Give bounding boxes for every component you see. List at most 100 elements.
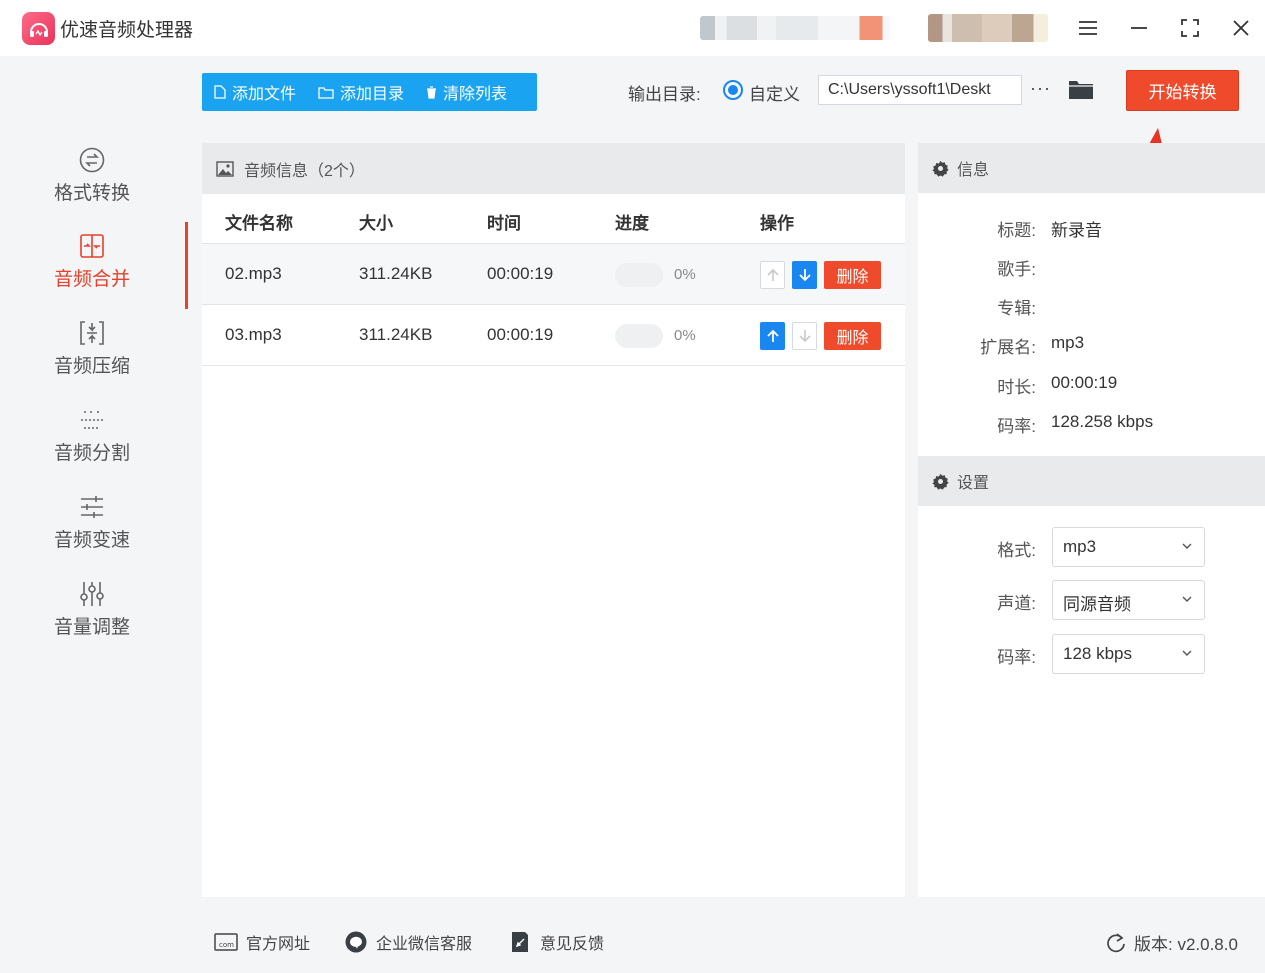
sidebar-item-label: 音量调整 [53,617,130,638]
column-header-time: 时间 [487,214,521,233]
info-label: 标题: [997,221,1036,240]
sidebar-item-format-convert[interactable]: 格式转换 [0,136,188,223]
custom-output-label[interactable]: 自定义 [749,80,800,105]
sidebar-item-audio-speed[interactable]: 音频变速 [0,483,188,570]
app-window: 优速音频处理器 格式转换 音频合并 音频压缩 音频分割 音频变速 音量调整 添加… [0,0,1265,973]
gear-icon [932,160,949,177]
add-file-label: 添加文件 [232,86,297,103]
info-label: 歌手: [997,260,1036,279]
audio-split-icon [81,411,103,429]
info-value: 新录音 [1051,221,1102,240]
info-label: 专辑: [997,299,1036,318]
menu-icon[interactable] [1072,12,1104,44]
info-bitrate-row: 码率: 128.258 kbps [918,412,1265,436]
bitrate-select[interactable]: 128 kbps [1052,634,1205,674]
audio-file-panel: 音频信息（2个） 文件名称 大小 时间 进度 操作 02.mp3 311.24K… [202,143,905,897]
add-folder-label: 添加目录 [340,86,405,103]
trash-icon [427,85,437,99]
move-up-button[interactable] [760,261,785,289]
channel-select[interactable]: 同源音频 [1052,580,1205,620]
close-icon[interactable] [1225,12,1257,44]
sidebar-item-volume-adjust[interactable]: 音量调整 [0,570,188,657]
more-options-button[interactable]: ··· [1030,78,1051,99]
info-album-row: 专辑: [918,294,1265,318]
folder-outline-icon [318,86,334,99]
info-title: 信息 [957,162,990,179]
sidebar-item-label: 格式转换 [53,183,130,204]
maximize-icon[interactable] [1174,12,1206,44]
delete-button[interactable]: 删除 [824,261,881,289]
blurred-account-info [700,16,890,40]
image-icon [216,160,234,177]
sidebar-item-label: 音频变速 [53,530,130,551]
gear-icon [932,473,949,490]
column-header-progress: 进度 [615,214,649,233]
move-down-button[interactable] [792,322,817,350]
chevron-down-icon [1182,650,1192,656]
sidebar-item-audio-compress[interactable]: 音频压缩 [0,309,188,396]
app-title: 优速音频处理器 [60,20,194,41]
arrow-up-icon [766,329,779,342]
setting-label: 声道: [997,594,1036,613]
toolbar: 添加文件 添加目录 清除列表 输出目录: 自定义 C:\Users\yssoft… [188,56,1265,130]
progress-bar [615,263,663,287]
open-folder-icon[interactable] [1068,78,1094,100]
audio-speed-icon [81,496,103,518]
channel-setting-row: 声道: 同源音频 [918,580,1265,620]
wechat-support-link[interactable]: 企业微信客服 [344,930,472,954]
refresh-icon[interactable] [1106,932,1126,953]
chevron-down-icon [1182,543,1192,549]
move-up-button[interactable] [760,322,785,350]
clear-list-button[interactable]: 清除列表 [426,80,507,104]
add-folder-button[interactable]: 添加目录 [318,80,404,104]
setting-label: 码率: [997,648,1036,667]
wechat-support-label: 企业微信客服 [376,936,473,953]
official-website-label: 官方网址 [246,936,311,953]
svg-text:com: com [219,941,234,949]
progress-percent: 0% [674,266,696,283]
minimize-icon[interactable] [1123,12,1155,44]
column-header-actions: 操作 [760,214,794,233]
table-row[interactable]: 02.mp3 311.24KB 00:00:19 0% 删除 [202,244,905,305]
audio-merge-icon [80,234,104,258]
table-row[interactable]: 03.mp3 311.24KB 00:00:19 0% 删除 [202,305,905,366]
audio-info-title: 音频信息（2个） [244,162,365,180]
move-down-button[interactable] [792,261,817,289]
file-button-group: 添加文件 添加目录 清除列表 [202,73,537,111]
start-convert-button[interactable]: 开始转换 [1126,70,1239,111]
blurred-user-avatar[interactable] [928,14,1048,42]
title-bar: 优速音频处理器 [0,0,1265,56]
sidebar-item-audio-merge[interactable]: 音频合并 [0,222,188,309]
file-size: 311.24KB [359,264,433,283]
footer: com 官方网址 企业微信客服 意见反馈 版本: v2.0.8.0 [188,912,1265,973]
add-file-button[interactable]: 添加文件 [214,80,296,104]
file-name: 02.mp3 [225,264,282,283]
feedback-link[interactable]: 意见反馈 [508,930,604,954]
select-value: 128 kbps [1063,644,1132,663]
file-duration: 00:00:19 [487,325,554,344]
info-label: 码率: [997,417,1036,436]
sidebar-item-label: 音频分割 [53,443,130,464]
info-label: 时长: [997,378,1036,397]
sidebar-item-label: 音频合并 [53,269,130,290]
wechat-icon [345,931,367,953]
column-header-size: 大小 [359,214,393,233]
feedback-icon [512,932,528,952]
version-label: 版本: v2.0.8.0 [1134,935,1238,954]
format-select[interactable]: mp3 [1052,527,1205,567]
custom-output-radio[interactable] [723,80,743,100]
delete-button[interactable]: 删除 [824,322,881,350]
info-value: mp3 [1051,333,1085,352]
file-size: 311.24KB [359,325,433,344]
sidebar-item-label: 音频压缩 [53,356,130,377]
official-website-link[interactable]: com 官方网址 [214,930,310,954]
settings-title: 设置 [957,475,990,492]
sidebar-item-audio-split[interactable]: 音频分割 [0,396,188,483]
audio-compress-icon [80,321,104,345]
format-convert-icon [79,147,105,173]
version-info: 版本: v2.0.8.0 [1106,930,1238,955]
bitrate-setting-row: 码率: 128 kbps [918,634,1265,674]
info-value: 00:00:19 [1051,373,1118,392]
output-path-input[interactable]: C:\Users\yssoft1\Deskt [818,75,1022,105]
clear-list-label: 清除列表 [443,86,508,103]
